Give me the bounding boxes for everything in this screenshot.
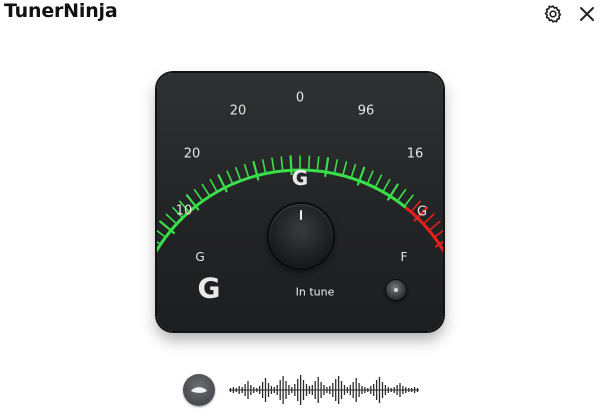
mic-button[interactable]	[183, 374, 215, 406]
tuning-status: In tune	[295, 285, 335, 299]
gear-icon	[544, 5, 562, 23]
close-icon	[580, 7, 594, 21]
app-title: TunerNinja	[4, 0, 118, 22]
meter-tick-sharp	[429, 220, 441, 230]
close-button[interactable]	[575, 2, 599, 26]
scale-label: G	[416, 204, 428, 220]
scale-label: 20	[229, 103, 247, 119]
input-bar	[0, 360, 600, 420]
meter-tick	[350, 163, 357, 177]
meter-tick	[226, 170, 233, 183]
meter-tick	[308, 155, 311, 169]
string-label: G	[195, 250, 205, 264]
meter-tick	[243, 163, 250, 177]
meter-tick	[334, 159, 338, 173]
mode-label: F	[400, 250, 408, 264]
meter-tick	[397, 188, 407, 201]
mode-knob[interactable]	[386, 280, 406, 300]
meter-tick	[157, 229, 165, 237]
meter-tick-sharp	[435, 229, 443, 237]
settings-button[interactable]	[541, 2, 565, 26]
scale-label: 20	[183, 146, 201, 162]
title-bar: TunerNinja	[0, 0, 600, 32]
current-note: G	[197, 271, 221, 305]
scale-label: 16	[406, 146, 424, 162]
meter-tick	[280, 156, 284, 170]
mic-icon	[191, 387, 207, 393]
meter-tick	[157, 240, 160, 244]
meter-tick	[209, 178, 218, 191]
meter-tick	[404, 194, 414, 206]
meter-tick	[193, 188, 203, 201]
meter-tick	[262, 159, 266, 173]
detected-note: G	[291, 166, 309, 190]
meter-tick	[235, 166, 241, 180]
knob-indicator	[300, 210, 302, 220]
meter-tick	[165, 213, 177, 224]
meter-tick	[316, 156, 320, 170]
tuning-knob[interactable]	[269, 204, 333, 268]
scale-label: 0	[295, 90, 305, 106]
meter-tick	[375, 174, 383, 187]
meter-tick	[342, 161, 348, 175]
meter-tick	[271, 157, 275, 171]
tuner-panel: 10 20 20 0 96 16 G G G G F In tune	[157, 73, 443, 331]
mode-knob-dot	[394, 288, 398, 292]
meter-tick	[383, 178, 391, 191]
scale-label: 96	[357, 103, 375, 119]
meter-tick	[367, 170, 374, 183]
scale-label: 10	[175, 203, 193, 219]
waveform-icon	[229, 375, 419, 405]
meter-tick	[201, 183, 210, 196]
